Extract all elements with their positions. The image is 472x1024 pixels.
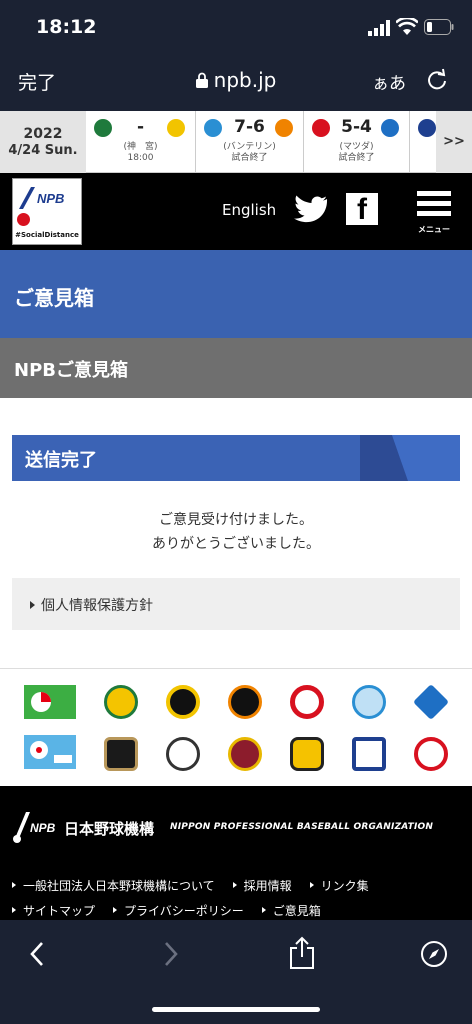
- game-status: 試合終了: [231, 153, 268, 163]
- footer-link[interactable]: 一般社団法人日本野球機構について: [12, 874, 215, 899]
- marines-logo-icon[interactable]: [166, 737, 200, 771]
- share-icon[interactable]: [288, 936, 316, 970]
- game-card[interactable]: 5-4 (マツダ) 試合終了: [304, 111, 410, 173]
- footer-link[interactable]: 採用情報: [233, 874, 292, 899]
- english-link[interactable]: English: [222, 201, 276, 219]
- privacy-policy-link[interactable]: 個人情報保護方針: [12, 578, 460, 630]
- privacy-link-label: 個人情報保護方針: [41, 598, 153, 614]
- carp-logo-icon[interactable]: [290, 685, 324, 719]
- site-header: NPB #SocialDistance English f メニュー: [0, 173, 472, 250]
- back-icon[interactable]: [28, 940, 46, 968]
- footer-org-name-en: NIPPON PROFESSIONAL BASEBALL ORGANIZATIO…: [170, 822, 434, 832]
- wifi-icon: [396, 18, 418, 35]
- tigers-logo-icon[interactable]: [166, 685, 200, 719]
- section-heading: 送信完了: [12, 435, 460, 481]
- lions-logo-icon[interactable]: [414, 737, 448, 771]
- fighters-logo-icon[interactable]: [352, 737, 386, 771]
- ticker-day: 4/24 Sun.: [8, 143, 78, 158]
- dragons-logo-icon[interactable]: [352, 685, 386, 719]
- menu-button[interactable]: メニュー: [414, 191, 454, 235]
- footer-org-name-jp: 日本野球機構: [64, 820, 155, 838]
- game-score: 7-6: [234, 117, 265, 137]
- site-footer: NPB 日本野球機構 NIPPON PROFESSIONAL BASEBALL …: [0, 786, 472, 920]
- forward-icon[interactable]: [162, 940, 180, 968]
- central-league-logo-icon[interactable]: [24, 685, 76, 719]
- swallows-logo-icon[interactable]: [104, 685, 138, 719]
- team-logo-grid: [0, 668, 472, 786]
- pacific-league-logo-icon[interactable]: [24, 735, 76, 769]
- game-card-partial[interactable]: [410, 111, 438, 173]
- section-title: 送信完了: [25, 450, 97, 471]
- browser-address-bar: 完了 npb.jp ぁあ: [0, 56, 472, 111]
- baseball-icon: [17, 213, 30, 226]
- lock-icon: [195, 72, 208, 88]
- giants-logo-icon[interactable]: [228, 685, 262, 719]
- reload-icon[interactable]: [426, 68, 448, 92]
- triangle-right-icon: [30, 601, 35, 609]
- menu-label: メニュー: [418, 225, 450, 234]
- game-score: 5-4: [341, 117, 372, 137]
- battery-icon: [424, 19, 454, 35]
- page-subtitle: NPBご意見箱: [0, 338, 472, 398]
- buffaloes-logo-icon[interactable]: [104, 737, 138, 771]
- score-ticker: 2022 4/24 Sun. - (神 宮) 18:00 7-6 (バンテリン) 試…: [0, 111, 472, 173]
- game-venue: (神 宮) 18:00: [86, 142, 195, 164]
- npb-logo[interactable]: NPB #SocialDistance: [12, 178, 82, 245]
- game-venue: (マツダ) 試合終了: [304, 142, 409, 164]
- ticker-date: 2022 4/24 Sun.: [0, 111, 86, 173]
- twitter-icon[interactable]: [294, 195, 328, 225]
- social-distance-tag: #SocialDistance: [15, 231, 79, 239]
- baystars-logo-icon[interactable]: [412, 683, 450, 721]
- footer-links: 一般社団法人日本野球機構について 採用情報 リンク集 サイトマップ プライバシーポリシ…: [12, 874, 472, 924]
- footer-link[interactable]: リンク集: [310, 874, 369, 899]
- npb-mark-icon: NPB: [19, 187, 64, 209]
- eagles-logo-icon[interactable]: [228, 737, 262, 771]
- svg-text:NPB: NPB: [37, 191, 64, 206]
- message-line: ありがとうございました。: [152, 536, 320, 552]
- venue-name: (マツダ): [339, 142, 374, 152]
- cellular-signal-icon: [368, 20, 390, 36]
- fighters-logo-icon: [418, 119, 436, 137]
- ticker-more-button[interactable]: >>: [436, 111, 472, 173]
- game-status: 18:00: [127, 153, 154, 163]
- url-text: npb.jp: [213, 68, 277, 92]
- ticker-year: 2022: [23, 126, 63, 142]
- game-status: 試合終了: [338, 153, 375, 163]
- game-score: -: [136, 117, 145, 137]
- facebook-icon[interactable]: f: [346, 193, 378, 226]
- venue-name: (神 宮): [123, 142, 158, 152]
- venue-name: (バンテリン): [223, 142, 276, 152]
- heading-stripe-decoration: [360, 435, 460, 481]
- compass-icon[interactable]: [420, 940, 448, 968]
- game-venue: (バンテリン) 試合終了: [196, 142, 303, 164]
- game-card[interactable]: 7-6 (バンテリン) 試合終了: [196, 111, 304, 173]
- page-banner: ご意見箱: [0, 250, 472, 338]
- status-time: 18:12: [36, 16, 97, 38]
- game-card[interactable]: - (神 宮) 18:00: [86, 111, 196, 173]
- home-indicator: [152, 1007, 320, 1012]
- hawks-logo-icon[interactable]: [290, 737, 324, 771]
- status-bar: 18:12: [0, 0, 472, 56]
- npb-footer-logo-icon[interactable]: NPB: [12, 808, 62, 844]
- svg-text:NPB: NPB: [30, 821, 56, 835]
- message-line: ご意見受け付けました。: [159, 512, 313, 528]
- confirmation-message: ご意見受け付けました。 ありがとうございました。: [0, 508, 472, 556]
- text-size-button[interactable]: ぁあ: [372, 69, 406, 94]
